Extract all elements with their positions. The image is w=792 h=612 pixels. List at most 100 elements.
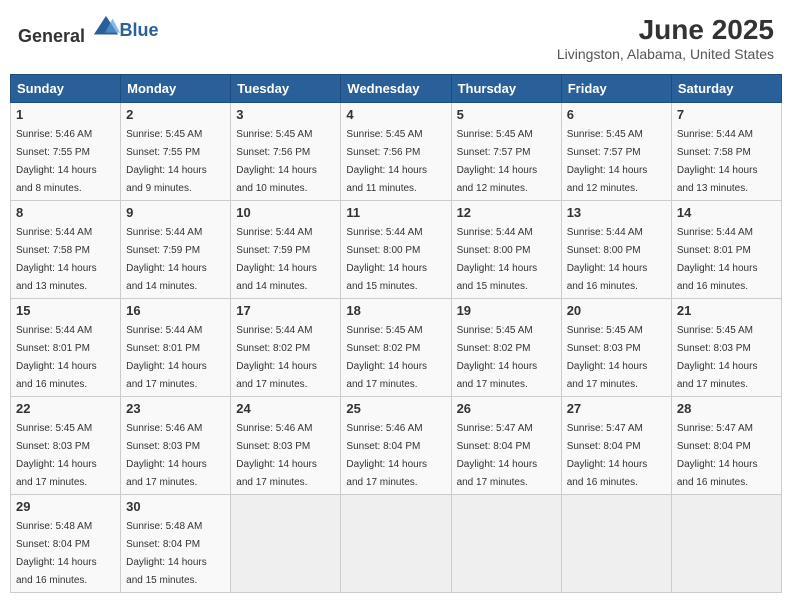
logo: General Blue [18,14,159,47]
day-number: 30 [126,499,225,514]
day-number: 18 [346,303,445,318]
day-number: 8 [16,205,115,220]
day-number: 29 [16,499,115,514]
day-number: 3 [236,107,335,122]
title-block: June 2025 Livingston, Alabama, United St… [557,14,774,62]
day-number: 6 [567,107,666,122]
day-info: Sunrise: 5:45 AMSunset: 8:02 PMDaylight:… [346,325,427,390]
logo-icon [92,14,120,42]
day-cell-27: 27 Sunrise: 5:47 AMSunset: 8:04 PMDaylig… [561,397,671,495]
day-cell-23: 23 Sunrise: 5:46 AMSunset: 8:03 PMDaylig… [121,397,231,495]
day-info: Sunrise: 5:48 AMSunset: 8:04 PMDaylight:… [16,521,97,586]
header-wednesday: Wednesday [341,75,451,103]
day-cell-24: 24 Sunrise: 5:46 AMSunset: 8:03 PMDaylig… [231,397,341,495]
day-info: Sunrise: 5:46 AMSunset: 8:04 PMDaylight:… [346,423,427,488]
day-info: Sunrise: 5:45 AMSunset: 8:03 PMDaylight:… [677,325,758,390]
day-cell-11: 11 Sunrise: 5:44 AMSunset: 8:00 PMDaylig… [341,201,451,299]
day-number: 23 [126,401,225,416]
day-cell-10: 10 Sunrise: 5:44 AMSunset: 7:59 PMDaylig… [231,201,341,299]
day-cell-26: 26 Sunrise: 5:47 AMSunset: 8:04 PMDaylig… [451,397,561,495]
day-number: 10 [236,205,335,220]
week-row-4: 22 Sunrise: 5:45 AMSunset: 8:03 PMDaylig… [11,397,782,495]
day-cell-20: 20 Sunrise: 5:45 AMSunset: 8:03 PMDaylig… [561,299,671,397]
day-cell-7: 7 Sunrise: 5:44 AMSunset: 7:58 PMDayligh… [671,103,781,201]
day-number: 7 [677,107,776,122]
day-info: Sunrise: 5:46 AMSunset: 8:03 PMDaylight:… [236,423,317,488]
day-number: 14 [677,205,776,220]
header-saturday: Saturday [671,75,781,103]
day-cell-16: 16 Sunrise: 5:44 AMSunset: 8:01 PMDaylig… [121,299,231,397]
day-number: 16 [126,303,225,318]
day-number: 26 [457,401,556,416]
day-info: Sunrise: 5:44 AMSunset: 7:59 PMDaylight:… [126,227,207,292]
day-cell-6: 6 Sunrise: 5:45 AMSunset: 7:57 PMDayligh… [561,103,671,201]
logo-blue: Blue [120,20,159,40]
day-number: 28 [677,401,776,416]
day-cell-22: 22 Sunrise: 5:45 AMSunset: 8:03 PMDaylig… [11,397,121,495]
day-info: Sunrise: 5:47 AMSunset: 8:04 PMDaylight:… [457,423,538,488]
day-number: 25 [346,401,445,416]
day-cell-3: 3 Sunrise: 5:45 AMSunset: 7:56 PMDayligh… [231,103,341,201]
day-cell-13: 13 Sunrise: 5:44 AMSunset: 8:00 PMDaylig… [561,201,671,299]
day-info: Sunrise: 5:44 AMSunset: 8:01 PMDaylight:… [126,325,207,390]
page-header: General Blue June 2025 Livingston, Alaba… [10,10,782,66]
day-number: 24 [236,401,335,416]
calendar: Sunday Monday Tuesday Wednesday Thursday… [10,74,782,593]
day-cell-14: 14 Sunrise: 5:44 AMSunset: 8:01 PMDaylig… [671,201,781,299]
day-cell-2: 2 Sunrise: 5:45 AMSunset: 7:55 PMDayligh… [121,103,231,201]
day-number: 2 [126,107,225,122]
day-number: 12 [457,205,556,220]
header-monday: Monday [121,75,231,103]
day-number: 1 [16,107,115,122]
day-info: Sunrise: 5:45 AMSunset: 7:56 PMDaylight:… [346,129,427,194]
day-cell-17: 17 Sunrise: 5:44 AMSunset: 8:02 PMDaylig… [231,299,341,397]
day-number: 15 [16,303,115,318]
day-number: 9 [126,205,225,220]
day-number: 11 [346,205,445,220]
day-info: Sunrise: 5:47 AMSunset: 8:04 PMDaylight:… [567,423,648,488]
empty-cell [451,495,561,593]
day-info: Sunrise: 5:45 AMSunset: 7:56 PMDaylight:… [236,129,317,194]
day-info: Sunrise: 5:45 AMSunset: 7:55 PMDaylight:… [126,129,207,194]
day-number: 19 [457,303,556,318]
day-info: Sunrise: 5:44 AMSunset: 7:58 PMDaylight:… [677,129,758,194]
day-info: Sunrise: 5:45 AMSunset: 8:03 PMDaylight:… [567,325,648,390]
day-cell-12: 12 Sunrise: 5:44 AMSunset: 8:00 PMDaylig… [451,201,561,299]
day-info: Sunrise: 5:44 AMSunset: 8:02 PMDaylight:… [236,325,317,390]
day-cell-29: 29 Sunrise: 5:48 AMSunset: 8:04 PMDaylig… [11,495,121,593]
week-row-1: 1 Sunrise: 5:46 AMSunset: 7:55 PMDayligh… [11,103,782,201]
day-info: Sunrise: 5:46 AMSunset: 8:03 PMDaylight:… [126,423,207,488]
week-row-2: 8 Sunrise: 5:44 AMSunset: 7:58 PMDayligh… [11,201,782,299]
day-number: 22 [16,401,115,416]
day-cell-9: 9 Sunrise: 5:44 AMSunset: 7:59 PMDayligh… [121,201,231,299]
logo-general: General [18,26,85,46]
month-title: June 2025 [557,14,774,46]
day-info: Sunrise: 5:44 AMSunset: 8:01 PMDaylight:… [16,325,97,390]
day-info: Sunrise: 5:47 AMSunset: 8:04 PMDaylight:… [677,423,758,488]
day-cell-25: 25 Sunrise: 5:46 AMSunset: 8:04 PMDaylig… [341,397,451,495]
day-number: 5 [457,107,556,122]
day-number: 17 [236,303,335,318]
day-cell-1: 1 Sunrise: 5:46 AMSunset: 7:55 PMDayligh… [11,103,121,201]
day-info: Sunrise: 5:44 AMSunset: 8:01 PMDaylight:… [677,227,758,292]
header-sunday: Sunday [11,75,121,103]
day-info: Sunrise: 5:45 AMSunset: 8:03 PMDaylight:… [16,423,97,488]
week-row-3: 15 Sunrise: 5:44 AMSunset: 8:01 PMDaylig… [11,299,782,397]
day-info: Sunrise: 5:45 AMSunset: 7:57 PMDaylight:… [457,129,538,194]
day-info: Sunrise: 5:46 AMSunset: 7:55 PMDaylight:… [16,129,97,194]
day-cell-8: 8 Sunrise: 5:44 AMSunset: 7:58 PMDayligh… [11,201,121,299]
day-cell-30: 30 Sunrise: 5:48 AMSunset: 8:04 PMDaylig… [121,495,231,593]
week-row-5: 29 Sunrise: 5:48 AMSunset: 8:04 PMDaylig… [11,495,782,593]
header-thursday: Thursday [451,75,561,103]
day-cell-19: 19 Sunrise: 5:45 AMSunset: 8:02 PMDaylig… [451,299,561,397]
day-cell-15: 15 Sunrise: 5:44 AMSunset: 8:01 PMDaylig… [11,299,121,397]
empty-cell [231,495,341,593]
location: Livingston, Alabama, United States [557,46,774,62]
day-info: Sunrise: 5:44 AMSunset: 8:00 PMDaylight:… [457,227,538,292]
weekday-header-row: Sunday Monday Tuesday Wednesday Thursday… [11,75,782,103]
day-number: 13 [567,205,666,220]
header-friday: Friday [561,75,671,103]
day-number: 21 [677,303,776,318]
day-cell-4: 4 Sunrise: 5:45 AMSunset: 7:56 PMDayligh… [341,103,451,201]
day-info: Sunrise: 5:48 AMSunset: 8:04 PMDaylight:… [126,521,207,586]
